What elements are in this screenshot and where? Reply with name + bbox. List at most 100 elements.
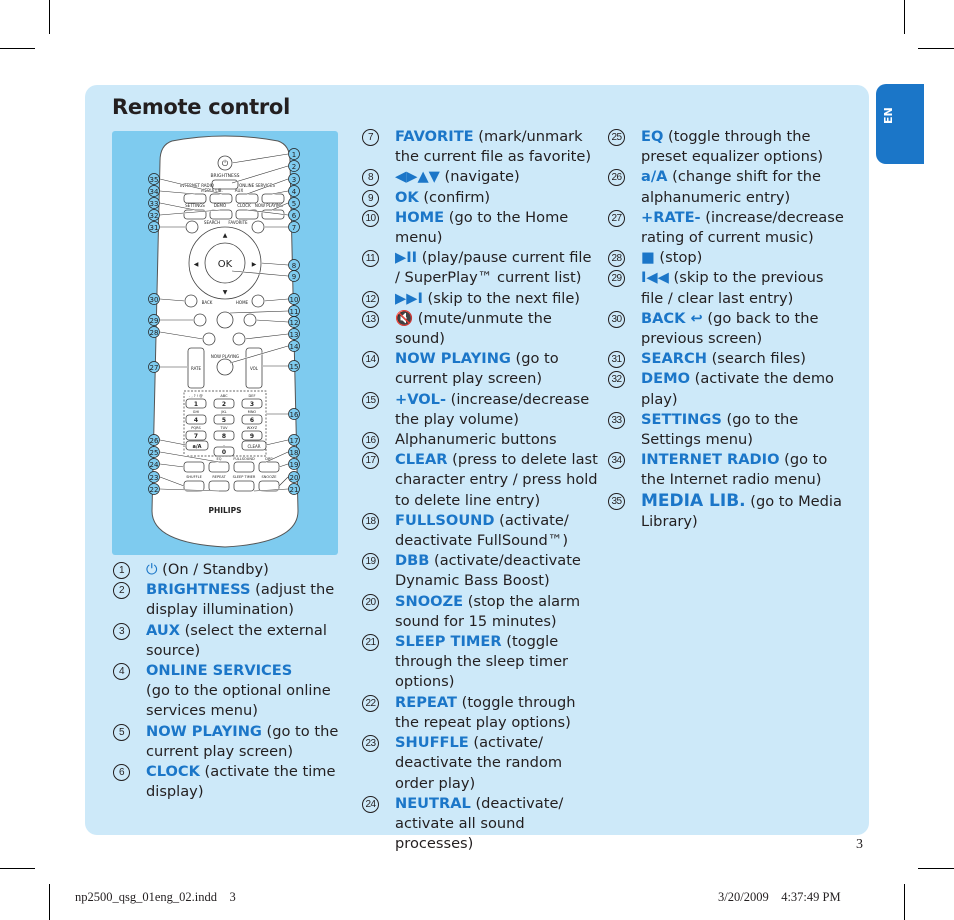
legend-item: 26 a/A (change shift for the alphanumeric… [608,167,848,207]
callout-number: 2 [113,582,130,600]
slug-filename: np2500_qsg_01eng_02.indd 3 [75,890,236,904]
legend-item: 20 SNOOZE (stop the alarm sound for 15 mi… [362,592,598,632]
remote-drawing: ⏻BRIGHTNESSINTERNET RADIOMEDIA LIB. AUXON… [148,135,300,548]
callout-number: 27 [150,364,159,372]
keypad-digit: 2 [222,401,226,408]
a-a-label: a/A [192,444,201,450]
callout-number: 23 [362,735,379,753]
callout-number: 9 [362,189,379,207]
callout-number: 30 [150,296,159,304]
slug-timestamp: 3/20/2009 4:37:49 PM [718,890,841,904]
button-name: SHUFFLE [395,734,469,752]
callout-number: 17 [290,437,299,445]
callout-number: 30 [608,310,625,328]
search-button [185,220,199,234]
demo-button [209,209,233,220]
mute-button [232,332,246,346]
button-name: SLEEP TIMER [395,633,502,651]
shuffle-label: SHUFFLE [186,475,202,479]
callout-number: 10 [290,296,299,304]
callout-number: 34 [608,452,625,470]
aux-button [235,193,259,204]
sleep-timer-button [233,480,255,492]
legend-item: 1 ⏻ (On / Standby) [113,560,343,580]
legend-item: 6 CLOCK (activate the time display) [113,762,343,802]
button-name: NOW PLAYING [146,722,262,740]
legend-item: 27 +RATE- (increase/decrease rating of cu… [608,208,848,248]
play-pause-button [216,311,234,329]
button-name: OK [395,188,419,206]
button-name: 🔇 [395,309,414,327]
callout-number: 22 [362,694,379,712]
fullsound-label: FULLSOUND [233,457,255,461]
callout-number: 4 [292,188,297,196]
keypad-digit: 6 [250,417,254,424]
button-name: +VOL- [395,390,447,408]
callout-number: 3 [113,622,130,640]
crop-mark [904,884,905,920]
callout-number: 11 [362,250,379,268]
keypad-letters: GHI [193,410,199,414]
crop-mark [0,48,35,49]
button-name: I◀◀ [641,269,669,287]
legend-column-1: 1 ⏻ (On / Standby) 2 BRIGHTNESS (adjust the… [113,560,343,802]
keypad-letters: WXYZ [247,426,258,430]
button-description: (change shift for the alphanumeric entry… [641,168,821,206]
back-button [184,294,198,308]
favorite-label: FAVORITE [228,220,248,225]
button-name: SETTINGS [641,410,722,428]
callout-number: 1 [113,562,130,579]
button-name: SEARCH [641,350,707,368]
callout-number: 13 [290,331,299,339]
keypad-digit: 7 [194,433,198,440]
dbb-button [258,461,280,473]
button-description: (confirm) [418,188,491,206]
callout-number: 9 [292,273,296,281]
button-name: INTERNET RADIO [641,451,780,469]
button-description: (go to the optional online services menu… [146,682,331,720]
eq-label: EQ [217,457,222,461]
keypad-digit: 4 [194,417,198,424]
legend-item: 7 FAVORITE (mark/unmark the current file … [362,127,598,167]
button-name: EQ [641,128,664,145]
button-name: REPEAT [395,693,457,711]
power-icon: ⏻ [146,561,158,578]
legend-item: 13 🔇 (mute/unmute the sound) [362,309,598,349]
button-name: a/A [641,168,668,186]
callout-number: 12 [290,319,299,327]
clear-label: CLEAR [247,444,260,449]
keypad-letters: ABC [220,394,228,398]
callout-number: 25 [608,129,625,146]
legend-item: 3 AUX (select the external source) [113,621,343,661]
callout-number: 23 [150,474,159,482]
crop-mark [918,868,954,869]
button-name: FAVORITE [395,128,474,145]
callout-number: 2 [292,163,296,171]
legend-item: 12 ▶▶I (skip to the next file) [362,289,598,309]
callout-number: 13 [362,310,379,328]
keypad-digit: 9 [250,433,254,440]
legend-item: 23 SHUFFLE (activate/ deactivate the rand… [362,733,598,794]
callout-number: 22 [150,486,159,494]
callout-number: 8 [292,262,296,270]
button-name: ONLINE SERVICES [146,662,293,680]
button-name: NEUTRAL [395,794,471,812]
callout-number: 18 [362,512,379,530]
legend-item: 8 ◀▶▲▼ (navigate) [362,167,598,187]
legend-item: 33 SETTINGS (go to the Settings menu) [608,410,848,450]
legend-item: 35 MEDIA LIB. (go to Media Library) [608,491,848,532]
callout-number: 14 [362,351,379,369]
keypad-letters: . , ? ! @ [189,394,203,398]
button-name: ▶II [395,249,418,267]
button-name: ▶▶I [395,289,423,307]
legend-column-2: 7 FAVORITE (mark/unmark the current file … [362,127,598,854]
sleep-timer-label: SLEEP TIMER [233,475,256,479]
callout-number: 16 [290,411,299,419]
neutral-button [183,461,205,473]
callout-number: 20 [362,593,379,611]
button-description: (navigate) [439,168,520,186]
legend-item: 17 CLEAR (press to delete last character … [362,450,598,511]
keypad-letters: PQRS [191,426,201,430]
keypad-digit: 3 [250,401,254,408]
callout-number: 26 [150,437,159,445]
